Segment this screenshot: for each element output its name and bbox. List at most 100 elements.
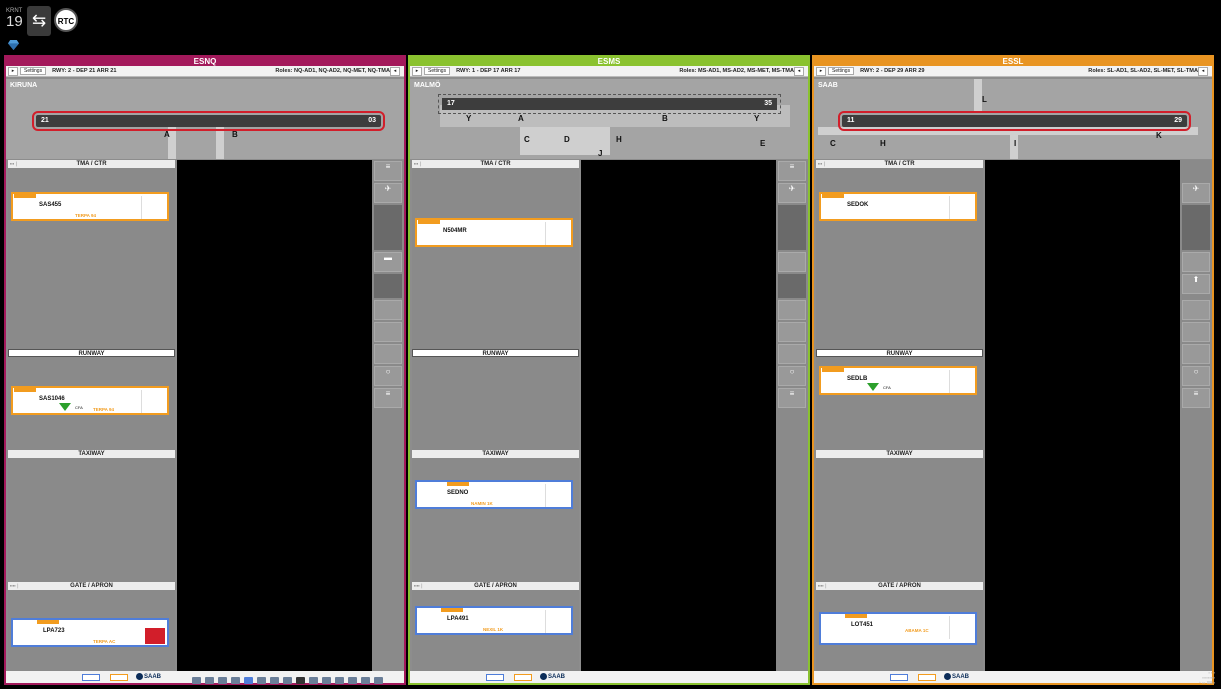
runway[interactable]: 17 35 — [438, 94, 781, 114]
chevron-left-icon[interactable]: ◂ — [1198, 67, 1208, 76]
airport-map[interactable]: SAAB 11 29 L C H I K — [814, 79, 1212, 159]
side-button[interactable] — [1182, 300, 1210, 320]
side-button[interactable]: ○ — [1182, 366, 1210, 386]
strip-column: ▪▪▪ │ TMA / CTR SEDOK RUNWAY SEDLB CFA T… — [816, 160, 983, 682]
saab-logo: SAAB — [944, 673, 969, 680]
runway-end-right: 03 — [368, 117, 376, 124]
flight-strip[interactable]: LPA723 TERPA AC — [11, 618, 169, 647]
panel-essl: ESSL ▸ Settings RWY: 2 - DEP 29 ARR 29 R… — [812, 55, 1214, 685]
swap-arrows-button[interactable]: ⇆ — [27, 6, 51, 36]
airport-map[interactable]: KIRUNA 21 03 A B — [6, 79, 404, 159]
footer-button[interactable] — [918, 674, 936, 681]
chevron-right-icon[interactable]: ▸ — [816, 66, 826, 76]
flight-strip[interactable]: N504MR — [415, 218, 573, 247]
taskbar-item[interactable] — [335, 677, 344, 684]
side-button[interactable] — [1182, 252, 1210, 272]
chevron-right-icon[interactable]: ▸ — [8, 66, 18, 76]
strip-callsign: SAS455 — [39, 202, 62, 208]
city-label: MALMÖ — [414, 82, 441, 89]
strip-callsign: LPA723 — [43, 628, 65, 634]
footer-button[interactable] — [110, 674, 128, 681]
plane-up-icon: ✈ — [788, 184, 796, 193]
taskbar-item[interactable] — [192, 677, 201, 684]
settings-button[interactable]: Settings — [20, 67, 47, 75]
side-button[interactable] — [374, 344, 402, 364]
side-button[interactable] — [778, 322, 806, 342]
side-button[interactable]: ≡ — [374, 161, 402, 181]
taskbar-item[interactable] — [218, 677, 227, 684]
taxiway-label: A — [518, 114, 524, 123]
flight-strip[interactable]: LPA491 NEXIL 1K — [415, 606, 573, 635]
taxiway-label: D — [564, 135, 570, 144]
runway[interactable]: 11 29 — [838, 111, 1191, 131]
settings-bar: ▸ Settings RWY: 2 - DEP 21 ARR 21 Roles:… — [6, 66, 404, 77]
taskbar-item[interactable] — [322, 677, 331, 684]
taskbar-item[interactable] — [270, 677, 279, 684]
taskbar-item[interactable] — [244, 677, 253, 684]
bay-tag: ▪▪▪▪ │ — [818, 583, 828, 588]
taskbar-item[interactable] — [309, 677, 318, 684]
flight-strip[interactable]: LOT451 ABAMA 1C — [819, 612, 977, 645]
saab-logo-icon — [540, 673, 547, 680]
side-button[interactable]: ⬆ — [1182, 274, 1210, 294]
bay-title: GATE / APRON — [878, 583, 921, 589]
strip-column: ▪▪▪ │ TMA / CTR SAS455 TERPA 94 RUNWAY S… — [8, 160, 175, 682]
taskbar-item[interactable] — [374, 677, 383, 684]
strip-alert-box[interactable] — [145, 628, 165, 644]
flight-strip[interactable]: SAS455 TERPA 94 — [11, 192, 169, 221]
runway-end-left: 21 — [41, 117, 49, 124]
taxiway-shape — [974, 79, 982, 113]
runway[interactable]: 21 03 — [32, 111, 385, 131]
bay-header-taxiway: TAXIWAY — [816, 450, 983, 458]
side-button[interactable] — [778, 252, 806, 272]
side-button[interactable]: ≡ — [1182, 388, 1210, 408]
settings-bar: ▸ Settings RWY: 1 - DEP 17 ARR 17 Roles:… — [410, 66, 808, 77]
side-button[interactable]: ✈ — [778, 183, 806, 203]
diamond-icon — [8, 40, 19, 50]
flight-strip[interactable]: SAS1046 CFA TERPA 94 — [11, 386, 169, 415]
swap-arrows-icon: ⇆ — [31, 11, 47, 31]
taskbar-item[interactable] — [205, 677, 214, 684]
flight-strip[interactable]: SEDNO NAMIN 1K — [415, 480, 573, 509]
rtc-button[interactable]: RTC — [54, 8, 78, 32]
taskbar-item[interactable] — [361, 677, 370, 684]
side-button[interactable] — [374, 322, 402, 342]
chevron-right-icon[interactable]: ▸ — [412, 66, 422, 76]
footer-button[interactable] — [82, 674, 100, 681]
taskbar-item[interactable] — [283, 677, 292, 684]
taxiway-label: B — [232, 130, 238, 139]
side-button[interactable] — [1182, 322, 1210, 342]
side-button[interactable]: ≡ — [778, 388, 806, 408]
side-button[interactable]: ≡ — [374, 388, 402, 408]
flight-strip[interactable]: SEDOK — [819, 192, 977, 221]
system-tray[interactable]: ▪ ▪ ▪ ▪▪▪▪▪▪▪▪▪ ^ ▭ ⌨ ▪ — [1155, 670, 1215, 685]
settings-button[interactable]: Settings — [828, 67, 855, 75]
saab-logo-icon — [944, 673, 951, 680]
chevron-left-icon[interactable]: ◂ — [794, 67, 804, 76]
settings-button[interactable]: Settings — [424, 67, 451, 75]
footer-button[interactable] — [486, 674, 504, 681]
taskbar-item[interactable] — [257, 677, 266, 684]
side-button[interactable] — [374, 300, 402, 320]
footer-button[interactable] — [890, 674, 908, 681]
side-button[interactable]: ○ — [374, 366, 402, 386]
panel-title: ESSL — [814, 57, 1212, 66]
taskbar-item[interactable] — [231, 677, 240, 684]
strip-cfa: CFA — [883, 385, 891, 390]
taskbar-item[interactable] — [296, 677, 305, 684]
side-button[interactable]: ≡ — [778, 161, 806, 181]
side-button[interactable]: ✈ — [374, 183, 402, 203]
side-button[interactable]: ○ — [778, 366, 806, 386]
side-button[interactable]: ▬ — [374, 252, 402, 272]
side-button[interactable] — [1182, 344, 1210, 364]
taxiway-label: A — [164, 130, 170, 139]
flight-strip[interactable]: SEDLB CFA — [819, 366, 977, 395]
bay-header-gate: ▪▪▪▪ │ GATE / APRON — [8, 582, 175, 590]
side-button[interactable]: ✈ — [1182, 183, 1210, 203]
side-button[interactable] — [778, 300, 806, 320]
taskbar-item[interactable] — [348, 677, 357, 684]
chevron-left-icon[interactable]: ◂ — [390, 67, 400, 76]
side-button[interactable] — [778, 344, 806, 364]
airport-map[interactable]: MALMÖ 17 35 Y A B Y C D H J E — [410, 79, 808, 159]
footer-button[interactable] — [514, 674, 532, 681]
